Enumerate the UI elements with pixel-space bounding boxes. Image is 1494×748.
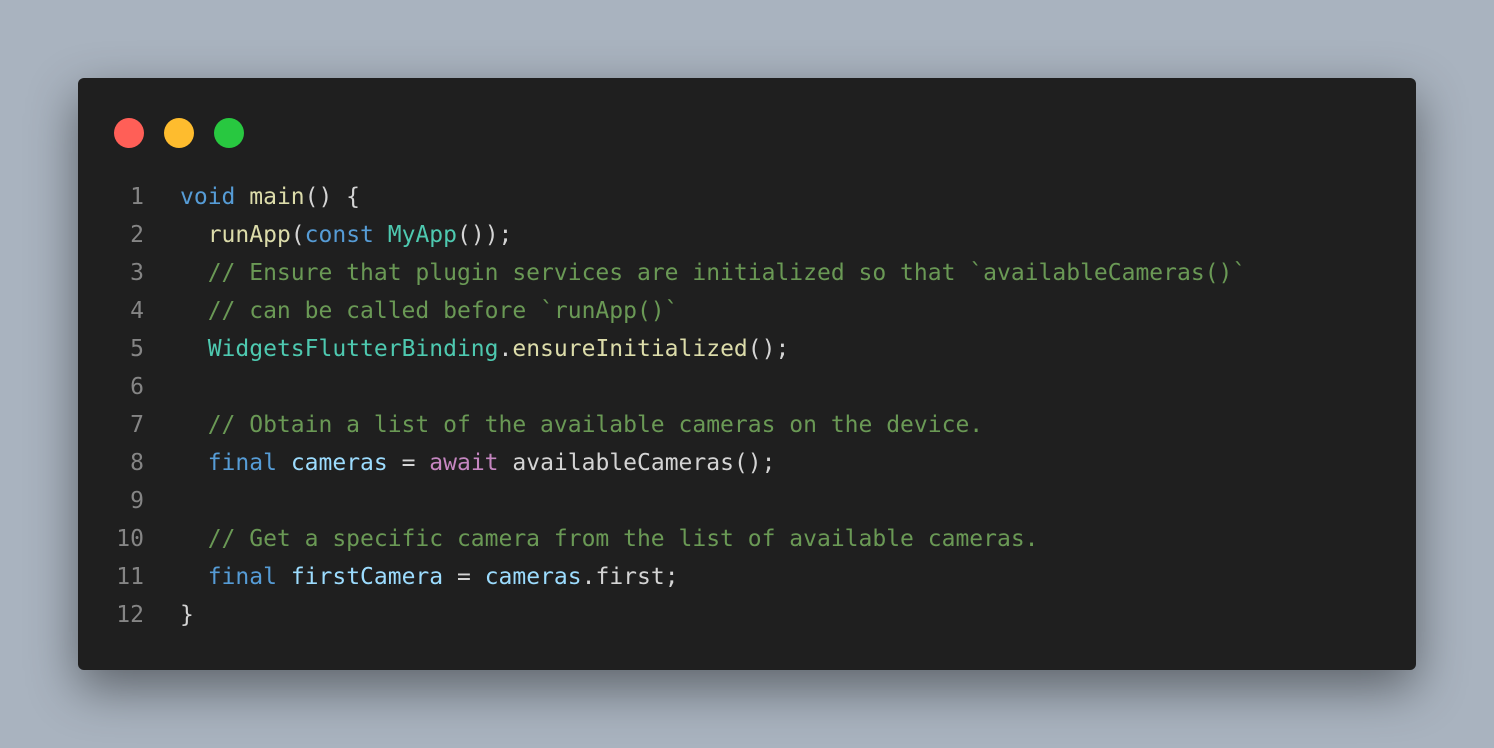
line-number: 10: [116, 526, 144, 552]
code-line: 6: [78, 368, 1416, 406]
minimize-button[interactable]: [164, 118, 194, 148]
code-line: 4 // can be called before `runApp()`: [78, 292, 1416, 330]
code-token: }: [180, 602, 194, 628]
code-text: WidgetsFlutterBinding.ensureInitialized(…: [180, 330, 790, 368]
code-token: WidgetsFlutterBinding: [207, 336, 499, 362]
close-button[interactable]: [114, 118, 144, 148]
code-token: availableCameras();: [498, 450, 776, 476]
code-token: ());: [457, 222, 513, 248]
code-token: final: [207, 450, 277, 476]
line-number: 11: [116, 564, 144, 590]
code-token: =: [443, 564, 485, 590]
code-line: 9: [78, 482, 1416, 520]
code-token: cameras: [290, 450, 388, 476]
code-line: 5 WidgetsFlutterBinding.ensureInitialize…: [78, 330, 1416, 368]
line-number: 2: [130, 222, 144, 248]
code-text: final firstCamera = cameras.first;: [180, 558, 679, 596]
code-text: final cameras = await availableCameras()…: [180, 444, 776, 482]
code-token: void: [180, 184, 236, 210]
code-line: 1 void main() {: [78, 178, 1416, 216]
code-block: 1 void main() {2 runApp(const MyApp()); 3 …: [78, 178, 1416, 634]
code-token: // can be called before `runApp()`: [180, 298, 679, 324]
line-number: 1: [130, 184, 144, 210]
code-line: 3 // Ensure that plugin services are ini…: [78, 254, 1416, 292]
line-number: 5: [130, 336, 144, 362]
code-line: 11 final firstCamera = cameras.first;: [78, 558, 1416, 596]
window-controls: [114, 118, 244, 148]
code-token: (: [290, 222, 305, 248]
code-text: void main() {: [180, 178, 360, 216]
code-line: 12}: [78, 596, 1416, 634]
code-line: 8 final cameras = await availableCameras…: [78, 444, 1416, 482]
code-text: }: [180, 596, 194, 634]
code-token: main: [249, 184, 305, 210]
code-text: // Ensure that plugin services are initi…: [180, 254, 1247, 292]
code-token: () {: [304, 184, 361, 210]
code-token: ();: [747, 336, 790, 362]
code-token: =: [387, 450, 430, 476]
maximize-button[interactable]: [214, 118, 244, 148]
line-number: 4: [130, 298, 144, 324]
code-token: ensureInitialized: [512, 336, 748, 362]
code-token: firstCamera: [290, 564, 444, 590]
code-line: 7 // Obtain a list of the available came…: [78, 406, 1416, 444]
code-text: // Obtain a list of the available camera…: [180, 406, 983, 444]
line-number: 9: [130, 488, 144, 514]
code-token: await: [429, 450, 499, 476]
line-number: 7: [130, 412, 144, 438]
line-number: 6: [130, 374, 144, 400]
code-token: .: [498, 336, 513, 362]
line-number: 3: [130, 260, 144, 286]
code-line: 10 // Get a specific camera from the lis…: [78, 520, 1416, 558]
code-token: MyApp: [387, 222, 458, 248]
code-token: // Get a specific camera from the list o…: [180, 526, 1039, 552]
code-text: runApp(const MyApp());: [180, 216, 513, 254]
code-token: .first;: [581, 564, 679, 590]
code-line: 2 runApp(const MyApp());: [78, 216, 1416, 254]
code-token: final: [207, 564, 277, 590]
code-token: // Ensure that plugin services are initi…: [180, 260, 1247, 286]
code-window: 1 void main() {2 runApp(const MyApp()); 3 …: [78, 78, 1416, 670]
code-text: // can be called before `runApp()`: [180, 292, 679, 330]
code-token: cameras: [484, 564, 582, 590]
line-number: 8: [130, 450, 144, 476]
code-token: runApp: [207, 222, 291, 248]
code-text: // Get a specific camera from the list o…: [180, 520, 1039, 558]
code-token: const: [304, 222, 374, 248]
code-token: // Obtain a list of the available camera…: [180, 412, 984, 438]
line-number: 12: [116, 602, 144, 628]
